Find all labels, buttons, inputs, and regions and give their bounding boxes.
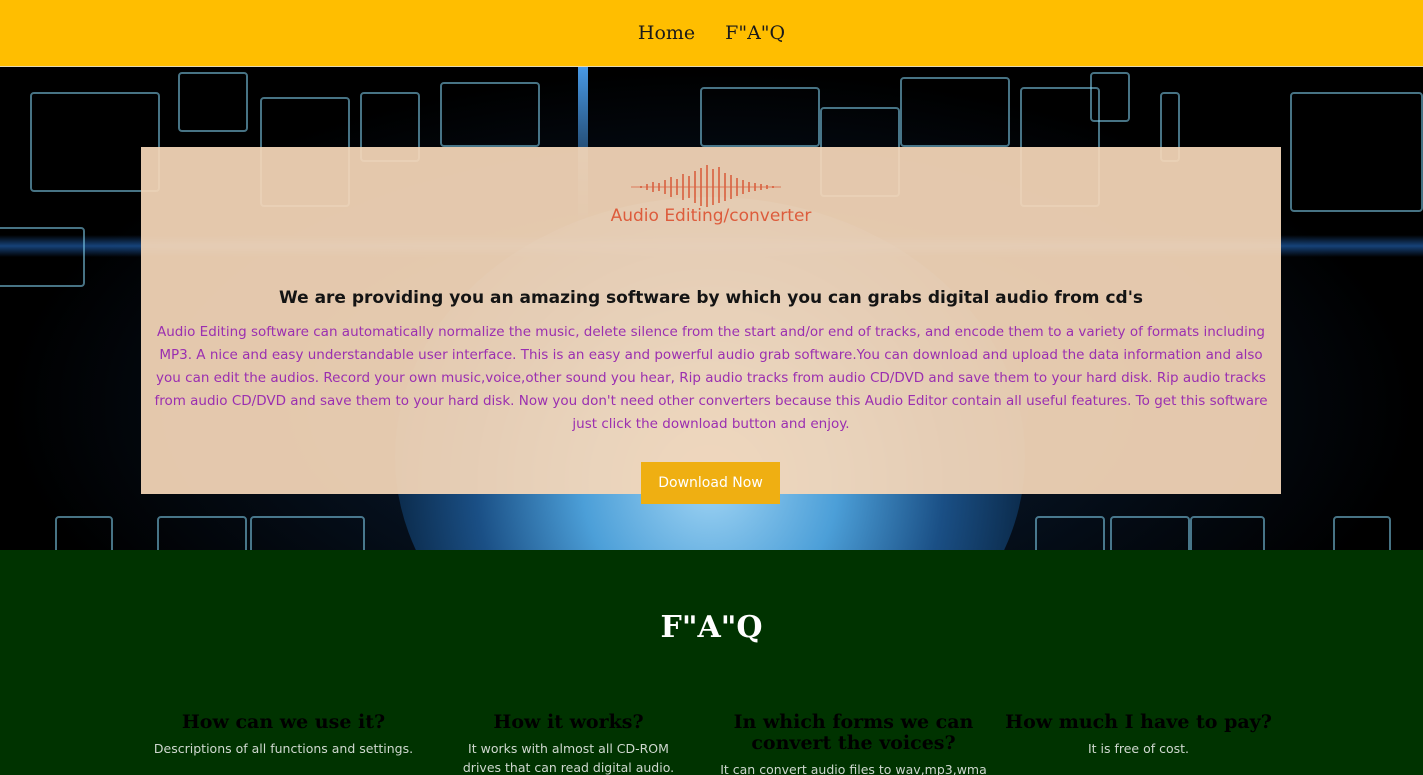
faq-item: How much I have to pay? It is free of co… [996, 712, 1281, 758]
faq-item: How can we use it? Descriptions of all f… [141, 712, 426, 758]
faq-item: How it works? It works with almost all C… [426, 712, 711, 775]
faq-question: How it works? [493, 711, 644, 733]
hero-headline: We are providing you an amazing software… [278, 288, 1144, 308]
nav-faq-link[interactable]: F"A"Q [725, 22, 785, 44]
hero-section: Audio Editing/converter We are providing… [0, 67, 1423, 550]
faq-answer: It can convert audio files to wav,mp3,wm… [720, 762, 987, 775]
faq-answer: Descriptions of all functions and settin… [153, 741, 414, 756]
nav-home-link[interactable]: Home [638, 22, 695, 44]
faq-question: In which forms we can convert the voices… [733, 711, 974, 754]
top-navbar: Home F"A"Q [0, 0, 1423, 67]
faq-title: F"A"Q [660, 610, 763, 645]
download-now-button[interactable]: Download Now [641, 462, 780, 504]
faq-question: How can we use it? [181, 711, 386, 733]
faq-section: F"A"Q How can we use it? Descriptions of… [0, 550, 1423, 775]
audio-editing-logo: Audio Editing/converter [601, 162, 821, 232]
faq-answer: It is free of cost. [1087, 741, 1190, 756]
hero-content-panel: Audio Editing/converter We are providing… [141, 147, 1281, 504]
hero-description: Audio Editing software can automatically… [154, 324, 1268, 432]
faq-item: In which forms we can convert the voices… [711, 712, 996, 775]
faq-question: How much I have to pay? [1005, 711, 1272, 733]
faq-answer: It works with almost all CD-ROM drives t… [462, 741, 675, 775]
audio-waveform-icon [631, 165, 781, 207]
logo-text: Audio Editing/converter [610, 206, 812, 226]
